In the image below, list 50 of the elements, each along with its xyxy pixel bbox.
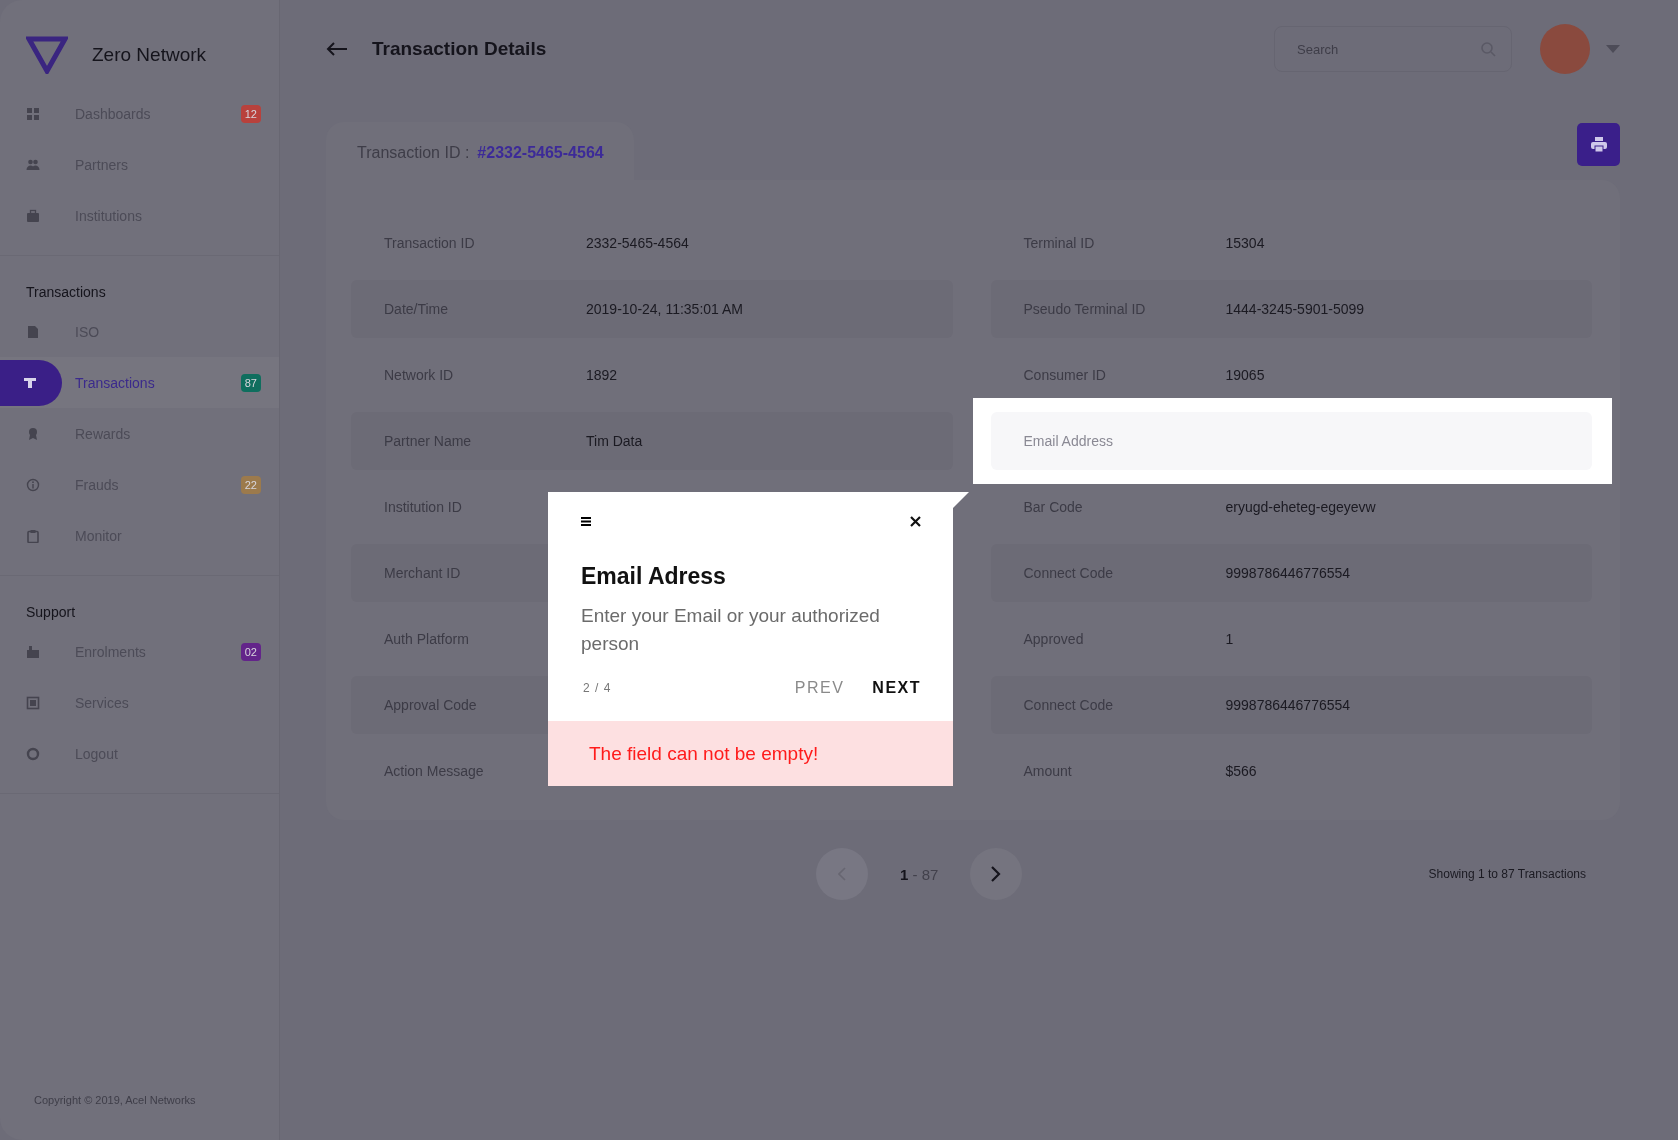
field-value: 1892 — [586, 367, 618, 383]
field-value: $566 — [1225, 763, 1257, 779]
page-title: Transaction Details — [372, 38, 548, 60]
menu-item-icon — [26, 208, 40, 223]
error-message: The field can not be empty! — [548, 721, 953, 787]
field-value: 9998786446776554 — [1225, 697, 1351, 713]
section-heading: Support — [25, 603, 76, 622]
next-button[interactable]: NEXT — [872, 675, 921, 702]
count-badge: 02 — [240, 642, 261, 661]
menu-item-icon — [26, 106, 40, 121]
field-value: 1 — [1225, 631, 1234, 647]
field-value: 9998786446776554 — [1225, 565, 1351, 581]
print-button[interactable] — [1577, 123, 1620, 166]
chevron-right-icon — [991, 866, 1002, 882]
printer-icon — [1590, 137, 1607, 152]
section-heading: Transactions — [25, 283, 106, 302]
count-badge: 22 — [240, 475, 261, 494]
field-value: 15304 — [1225, 235, 1265, 251]
popover-text: Enter your Email or your authorized person — [581, 604, 881, 656]
menu-item-icon — [26, 644, 40, 659]
menu-item-icon — [26, 477, 40, 492]
field-value: 2019-10-24, 11:35:01 AM — [586, 301, 743, 317]
field-value: 1444-3245-5901-5099 — [1225, 301, 1365, 317]
results-summary: Showing 1 to 87 Transactions — [1428, 867, 1586, 881]
menu-item-icon — [26, 426, 40, 441]
prev-button[interactable]: PREV — [794, 675, 845, 702]
field-label: Email Address — [1023, 433, 1114, 449]
count-badge: 87 — [240, 373, 261, 392]
count-badge: 12 — [240, 104, 261, 123]
menu-item-icon — [26, 746, 40, 761]
field-value: 2332-5465-4564 — [586, 235, 689, 251]
avatar[interactable] — [1540, 24, 1590, 74]
menu-item-icon — [23, 375, 37, 390]
transaction-id: #2332-5465-4564 — [477, 144, 604, 162]
step-counter: 2 / 4 — [583, 681, 613, 696]
back-arrow-icon[interactable] — [326, 42, 348, 56]
menu-item-icon — [26, 695, 40, 710]
sidebar-item[interactable]: Transactions 87 — [0, 357, 279, 408]
menu-item-icon — [26, 528, 40, 543]
menu-icon[interactable] — [581, 516, 592, 527]
close-icon[interactable] — [910, 516, 921, 527]
caret-icon[interactable] — [1606, 45, 1620, 53]
menu-item-icon — [26, 157, 40, 172]
field-value: Tim Data — [586, 433, 643, 449]
menu-item-icon — [26, 324, 40, 339]
field-value: eryugd-eheteg-egeyevw — [1225, 499, 1376, 515]
triangle-logo-icon — [26, 36, 68, 74]
field-value: 19065 — [1225, 367, 1265, 383]
brand-name: Zero Network — [92, 44, 207, 66]
popover-title: Email Adress — [581, 563, 727, 590]
